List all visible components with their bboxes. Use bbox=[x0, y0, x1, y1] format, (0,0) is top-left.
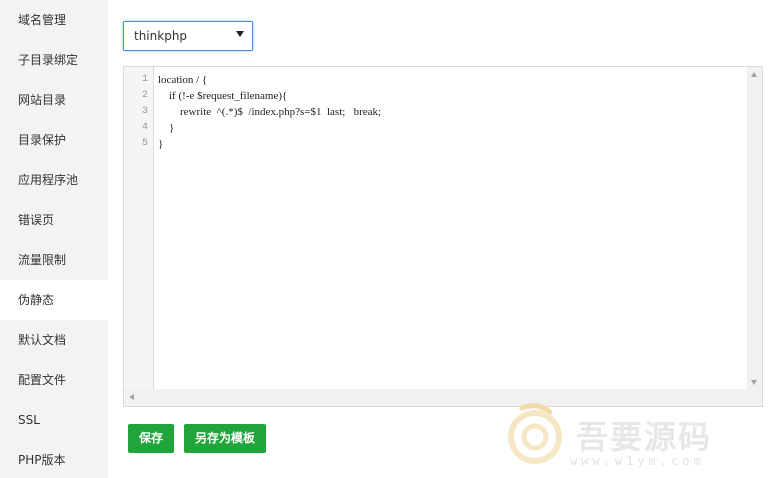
rewrite-template-select[interactable]: thinkphp bbox=[123, 21, 253, 51]
code-line: location / { bbox=[158, 74, 208, 86]
rewrite-template-value: thinkphp bbox=[134, 29, 188, 43]
sidebar-item-config-file[interactable]: 配置文件 bbox=[0, 360, 108, 400]
save-button[interactable]: 保存 bbox=[128, 424, 174, 453]
vertical-scrollbar[interactable] bbox=[747, 67, 762, 390]
rewrite-code-editor[interactable]: 1 2 3 4 5 location / { if (!-e $request_… bbox=[123, 66, 763, 407]
sidebar-item-site-directory[interactable]: 网站目录 bbox=[0, 80, 108, 120]
line-number-gutter: 1 2 3 4 5 bbox=[124, 67, 154, 390]
code-line: } bbox=[158, 138, 164, 150]
code-line: if (!-e $request_filename){ bbox=[158, 90, 288, 102]
sidebar-item-php-version[interactable]: PHP版本 bbox=[0, 440, 108, 478]
sidebar-item-url-rewrite[interactable]: 伪静态 bbox=[0, 280, 108, 320]
sidebar-item-error-page[interactable]: 错误页 bbox=[0, 200, 108, 240]
line-number: 4 bbox=[141, 122, 148, 133]
site-settings-panel: 域名管理 子目录绑定 网站目录 目录保护 应用程序池 错误页 流量限制 伪静态 … bbox=[0, 0, 772, 478]
sidebar-item-default-document[interactable]: 默认文档 bbox=[0, 320, 108, 360]
sidebar-item-subdirectory-binding[interactable]: 子目录绑定 bbox=[0, 40, 108, 80]
settings-sidebar: 域名管理 子目录绑定 网站目录 目录保护 应用程序池 错误页 流量限制 伪静态 … bbox=[0, 0, 108, 478]
scroll-down-icon[interactable] bbox=[751, 380, 757, 385]
sidebar-item-app-pool[interactable]: 应用程序池 bbox=[0, 160, 108, 200]
sidebar-item-ssl[interactable]: SSL bbox=[0, 400, 108, 440]
line-number: 1 bbox=[141, 74, 148, 85]
rewrite-panel: thinkphp 1 2 3 4 5 location / { if (!-e … bbox=[108, 0, 772, 478]
scroll-left-icon[interactable] bbox=[129, 394, 134, 400]
caret-down-icon bbox=[236, 31, 244, 37]
sidebar-item-domain-management[interactable]: 域名管理 bbox=[0, 0, 108, 40]
code-line: } bbox=[158, 122, 175, 134]
code-content[interactable]: location / { if (!-e $request_filename){… bbox=[158, 72, 746, 152]
line-number: 5 bbox=[141, 138, 148, 149]
horizontal-scrollbar[interactable] bbox=[124, 389, 762, 406]
sidebar-item-traffic-limit[interactable]: 流量限制 bbox=[0, 240, 108, 280]
scroll-up-icon[interactable] bbox=[751, 72, 757, 77]
sidebar-item-directory-protection[interactable]: 目录保护 bbox=[0, 120, 108, 160]
save-as-template-button[interactable]: 另存为模板 bbox=[184, 424, 266, 453]
line-number: 2 bbox=[141, 90, 148, 101]
line-number: 3 bbox=[141, 106, 148, 117]
code-line: rewrite ^(.*)$ /index.php?s=$1 last; bre… bbox=[158, 106, 382, 118]
